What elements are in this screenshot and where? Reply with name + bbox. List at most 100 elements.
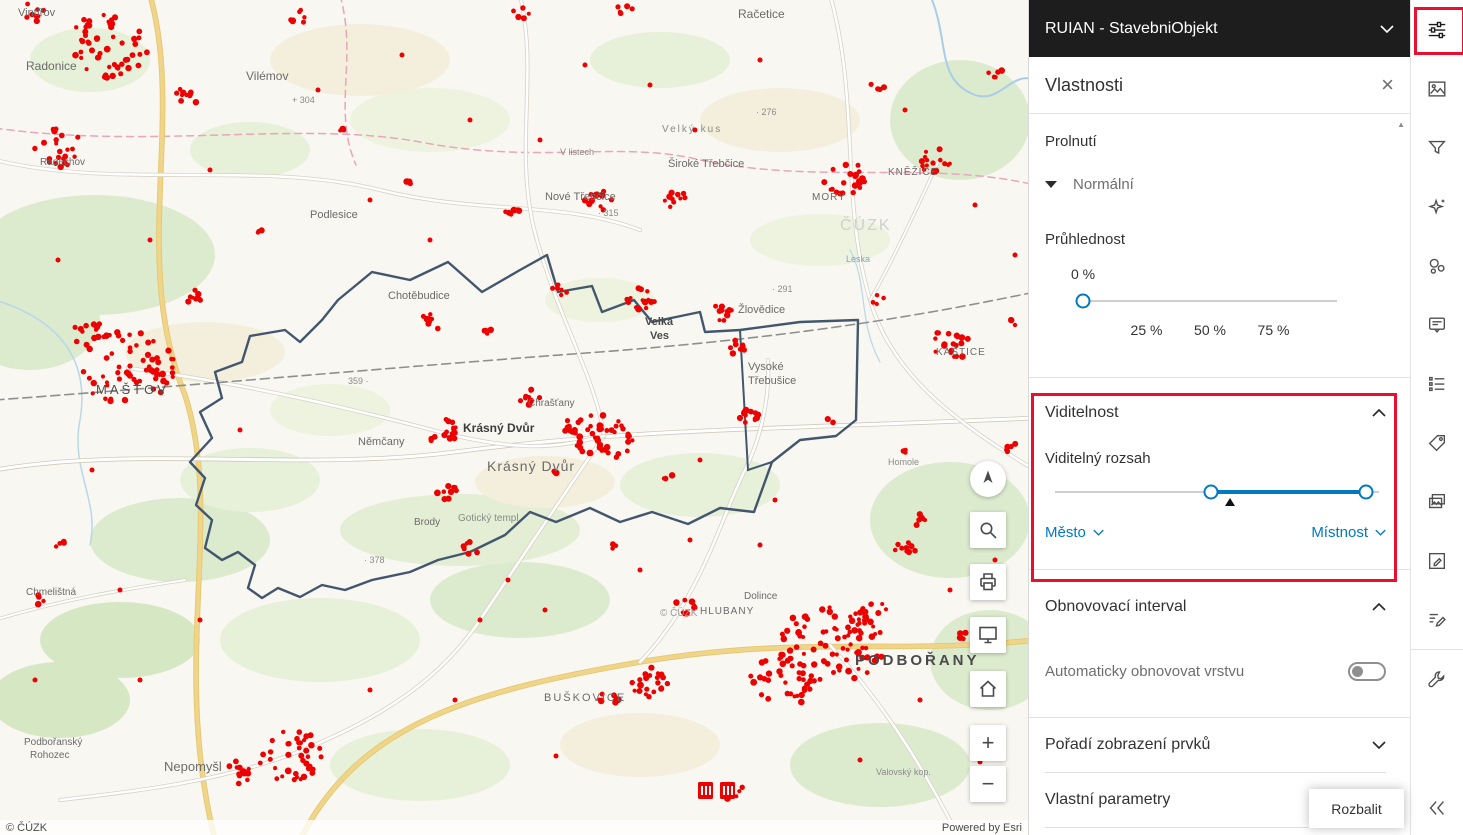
map-label: Chotěbudice — [388, 290, 450, 302]
range-max-dropdown[interactable]: Místnost — [1311, 524, 1386, 541]
map-label: Homole — [888, 457, 919, 467]
layer-selector[interactable]: RUIAN - StavebniObjekt — [1029, 0, 1410, 57]
transparency-tick: 50 % — [1194, 322, 1226, 338]
style-tool-button[interactable] — [1411, 59, 1463, 118]
panel-title-row: Vlastnosti × — [1029, 57, 1410, 114]
zoom-in-button[interactable]: + — [970, 725, 1006, 761]
print-button[interactable] — [970, 564, 1006, 600]
building-cluster — [288, 8, 306, 25]
map-label: Široké Třebčice — [668, 157, 744, 170]
map-label: © ČÚZK — [660, 606, 698, 619]
visibility-header[interactable]: Viditelnost — [1045, 404, 1386, 422]
river-path — [850, 250, 880, 362]
building-icon — [720, 782, 735, 799]
effects-tool-button[interactable] — [1411, 177, 1463, 236]
map[interactable]: VintířovRadoniceRadechovVilémovRačeticeM… — [0, 0, 1028, 835]
building-dot — [688, 538, 693, 543]
toggle-knob — [1352, 666, 1363, 677]
filter-tool-button[interactable] — [1411, 118, 1463, 177]
range-handle-min[interactable] — [1203, 485, 1218, 500]
building-dot — [33, 678, 38, 683]
transparency-value: 0 % — [1071, 266, 1386, 282]
editing-tool-button[interactable] — [1411, 531, 1463, 590]
attribution-bar: © ČÚZK Powered by Esri — [0, 820, 1028, 835]
building-cluster — [1008, 317, 1017, 327]
properties-tool-button[interactable] — [1411, 0, 1463, 59]
north-arrow-button[interactable] — [970, 461, 1006, 497]
chevron-up-icon — [1372, 603, 1386, 611]
transparency-slider[interactable] — [1083, 292, 1337, 310]
transparency-handle[interactable] — [1076, 294, 1091, 309]
building-dot — [538, 138, 543, 143]
building-dot — [198, 618, 203, 623]
range-handle-max[interactable] — [1359, 485, 1374, 500]
tag-icon — [1426, 432, 1448, 454]
map-label: Krásný Dvůr — [463, 421, 535, 435]
map-label: Račetice — [738, 7, 785, 21]
collapse-panel-button[interactable] — [1411, 781, 1463, 835]
utilities-tool-button[interactable] — [1411, 649, 1463, 709]
building-cluster — [1004, 441, 1018, 454]
panel-title: Vlastnosti — [1045, 75, 1123, 96]
building-cluster — [737, 407, 761, 425]
land-area — [220, 598, 420, 682]
minus-icon: − — [982, 773, 995, 795]
building-cluster — [663, 190, 688, 209]
map-label: Chrašťany — [528, 398, 575, 409]
map-label: Nové Třebčice — [545, 191, 616, 203]
display-button[interactable] — [970, 617, 1006, 653]
map-label: · 315 — [598, 208, 619, 218]
land-area — [790, 723, 970, 807]
refresh-header[interactable]: Obnovovací interval — [1045, 598, 1386, 616]
building-dot — [858, 758, 863, 763]
forms-tool-button[interactable] — [1411, 590, 1463, 649]
building-icon — [698, 782, 713, 799]
close-icon[interactable]: × — [1381, 74, 1394, 96]
zoom-out-button[interactable]: − — [970, 766, 1006, 802]
visible-range-label: Viditelný rozsah — [1045, 450, 1386, 467]
building-cluster — [630, 665, 671, 700]
right-toolbar — [1410, 0, 1463, 835]
transparency-tick: 25 % — [1131, 322, 1163, 338]
chevron-down-icon — [1380, 25, 1394, 33]
building-dot — [468, 118, 473, 123]
expand-button[interactable]: Rozbalit — [1309, 789, 1404, 828]
labels-tool-button[interactable] — [1411, 413, 1463, 472]
building-cluster — [901, 448, 908, 455]
auto-refresh-toggle[interactable] — [1348, 662, 1386, 681]
slider-track[interactable] — [1083, 300, 1337, 302]
building-cluster — [511, 5, 531, 21]
land-area — [560, 713, 720, 777]
building-dot — [993, 558, 998, 563]
building-dot — [554, 754, 559, 759]
photos-icon — [1426, 491, 1448, 513]
range-min-dropdown[interactable]: Město — [1045, 524, 1104, 541]
visible-range-slider[interactable] — [1055, 483, 1379, 500]
chevron-up-icon — [1372, 409, 1386, 417]
map-label: Krásný Dvůr — [487, 458, 575, 474]
popups-tool-button[interactable] — [1411, 295, 1463, 354]
map-label: Brody — [414, 517, 440, 528]
building-cluster — [728, 338, 747, 357]
map-label: Rohozec — [30, 750, 69, 761]
building-dot — [316, 88, 321, 93]
blend-dropdown[interactable]: Normální — [1045, 176, 1386, 193]
building-dot — [1013, 253, 1018, 258]
building-cluster — [403, 178, 412, 186]
fields-tool-button[interactable] — [1411, 354, 1463, 413]
map-label: Třebušice — [748, 375, 796, 387]
building-cluster — [54, 539, 67, 549]
display-order-header[interactable]: Pořadí zobrazení prvků — [1045, 718, 1386, 773]
land-area — [430, 562, 610, 638]
map-svg[interactable]: VintířovRadoniceRadechovVilémovRačeticeM… — [0, 0, 1028, 835]
media-tool-button[interactable] — [1411, 472, 1463, 531]
home-button[interactable] — [970, 671, 1006, 707]
search-button[interactable] — [970, 512, 1006, 548]
map-label: Gotický templ — [458, 513, 519, 524]
map-label: KAŠTICE — [936, 345, 986, 358]
sliders-icon — [1426, 19, 1448, 41]
chevron-down-icon — [1375, 529, 1386, 536]
aggregation-tool-button[interactable] — [1411, 236, 1463, 295]
filter-icon — [1426, 137, 1448, 159]
land-area — [590, 32, 730, 88]
